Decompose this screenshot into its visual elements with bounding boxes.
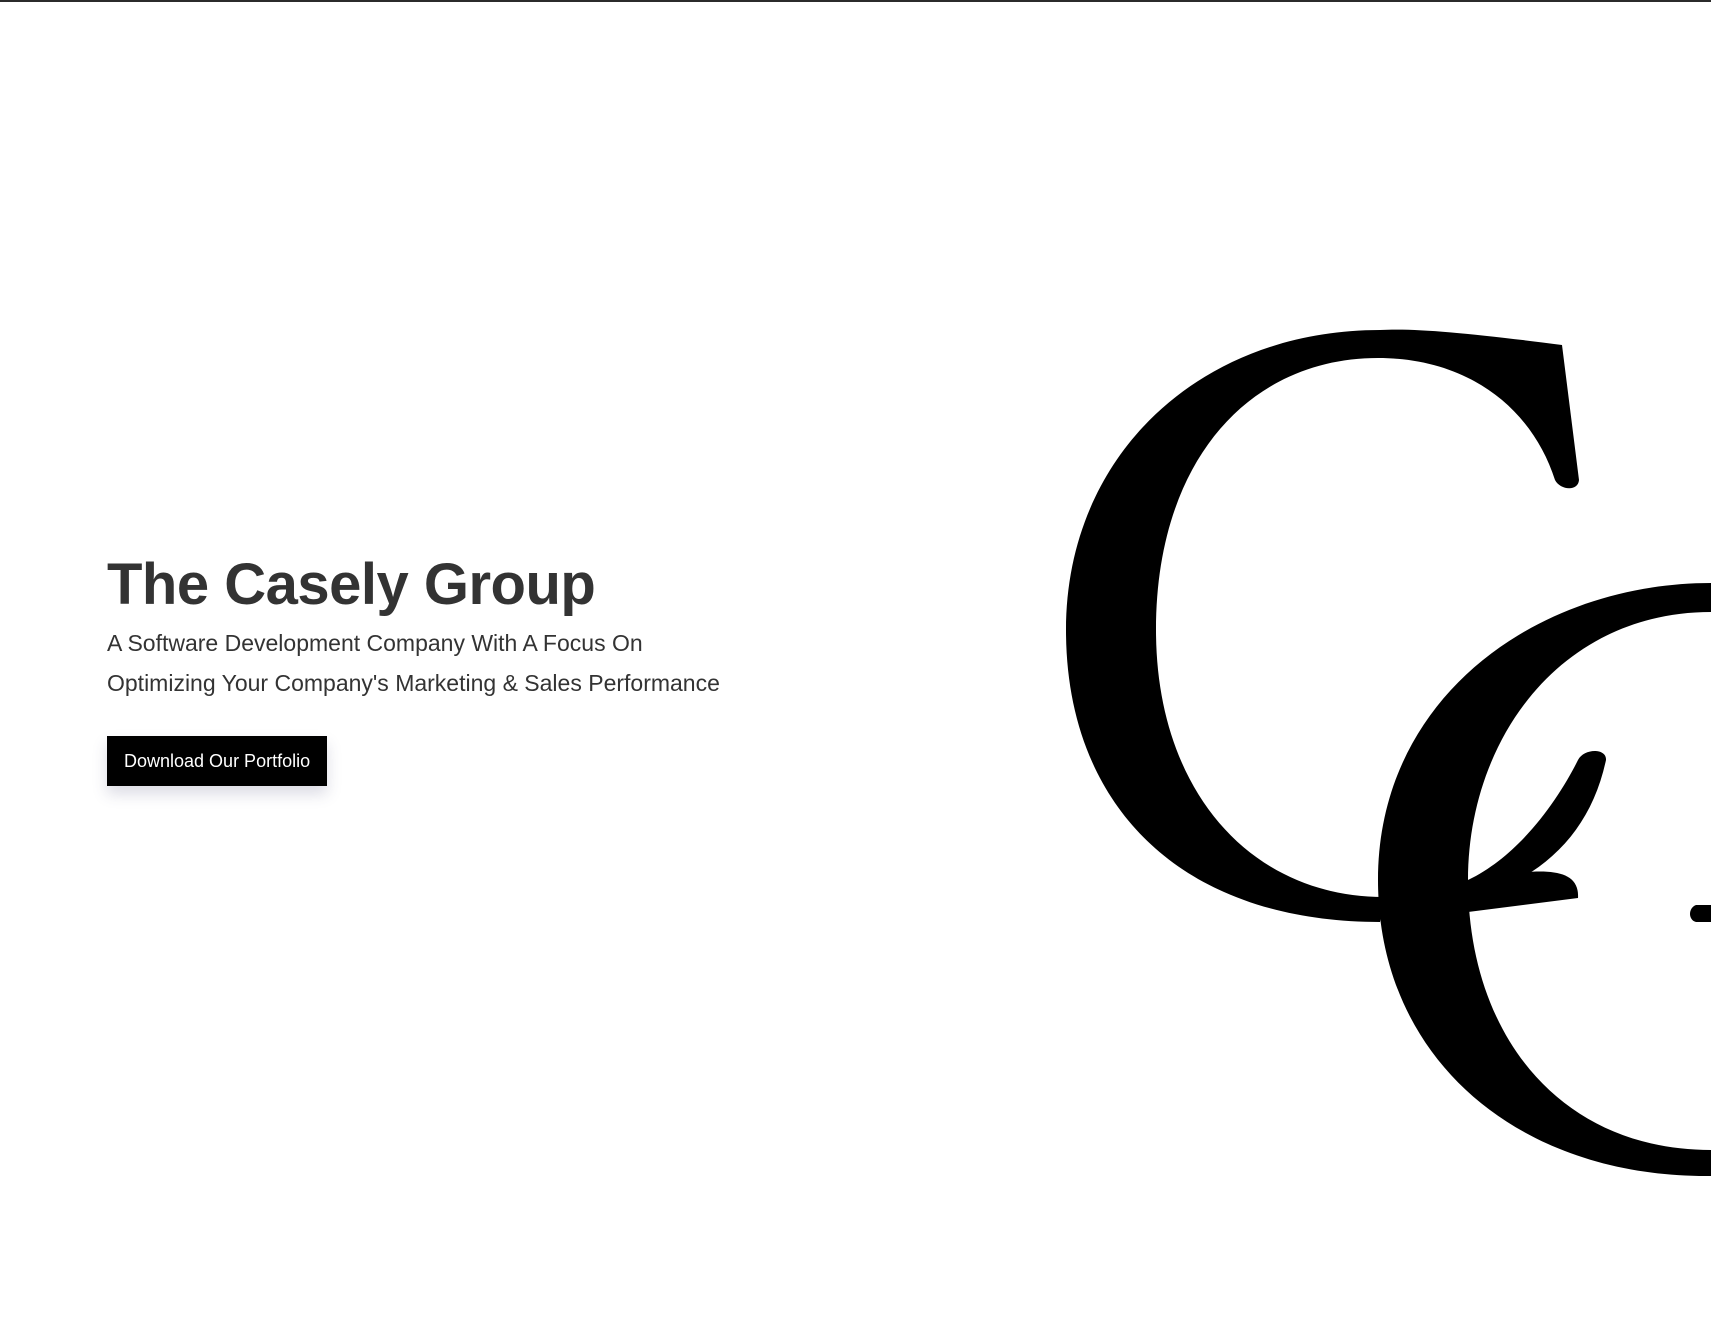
logo-letter-c xyxy=(1066,329,1579,923)
logo-letter-g xyxy=(1378,583,1711,1177)
top-divider xyxy=(0,0,1711,2)
hero-subtitle-line-2: Optimizing Your Company's Marketing & Sa… xyxy=(107,670,720,696)
page-title: The Casely Group xyxy=(107,552,596,617)
hero-subtitle: A Software Development Company With A Fo… xyxy=(107,623,867,703)
download-portfolio-button[interactable]: Download Our Portfolio xyxy=(107,736,328,786)
landing-page: The Casely Group A Software Development … xyxy=(0,0,1711,1331)
hero-subtitle-line-1: A Software Development Company With A Fo… xyxy=(107,630,643,656)
hero-section: The Casely Group A Software Development … xyxy=(107,549,867,786)
logo-edge-mark xyxy=(1690,905,1711,922)
logo-letter-g-bar xyxy=(1468,871,1579,912)
logo-letter-g-spur xyxy=(1468,751,1607,900)
